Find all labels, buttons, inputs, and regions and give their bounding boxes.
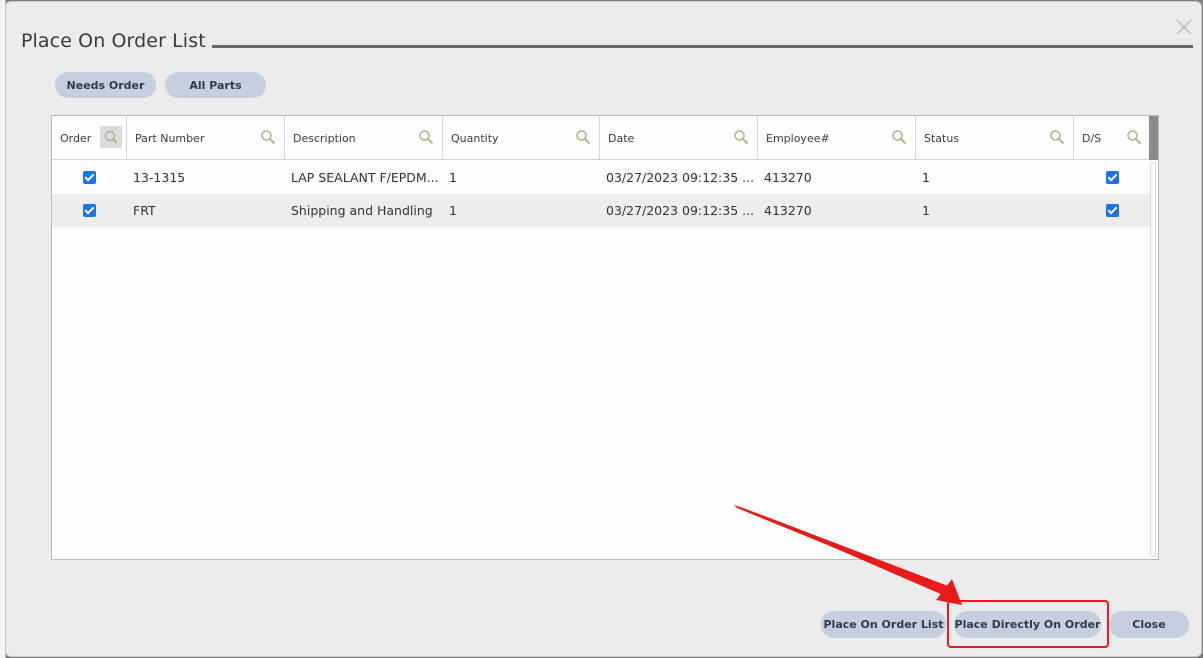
column-label: Date bbox=[608, 131, 635, 145]
column-header-quantity[interactable]: Quantity bbox=[443, 116, 600, 160]
part-number-cell: FRT bbox=[133, 203, 156, 218]
place-directly-on-order-button[interactable]: Place Directly On Order bbox=[954, 611, 1101, 638]
search-icon[interactable] bbox=[418, 129, 434, 145]
title-divider bbox=[212, 45, 1193, 48]
column-label: Order bbox=[60, 131, 92, 145]
order-cell bbox=[52, 161, 127, 194]
quantity-cell: 1 bbox=[449, 203, 457, 218]
grid-header: Order Part Number Description Quantity D… bbox=[52, 116, 1150, 160]
column-label: Description bbox=[293, 131, 356, 145]
all-parts-button[interactable]: All Parts bbox=[165, 72, 266, 98]
date-cell: 03/27/2023 09:12:35 ... bbox=[606, 203, 755, 218]
employee-cell: 413270 bbox=[764, 203, 812, 218]
column-header-date[interactable]: Date bbox=[600, 116, 758, 160]
order-cell bbox=[52, 194, 127, 227]
ds-checkbox[interactable] bbox=[1105, 204, 1119, 217]
search-icon[interactable] bbox=[891, 129, 907, 145]
status-cell: 1 bbox=[922, 203, 930, 218]
vertical-scrollbar[interactable] bbox=[1150, 162, 1156, 557]
order-checkbox[interactable] bbox=[83, 204, 96, 217]
column-label: D/S bbox=[1082, 131, 1102, 145]
part-number-cell: 13-1315 bbox=[133, 170, 186, 185]
close-button[interactable]: Close bbox=[1109, 611, 1189, 638]
place-on-order-list-button[interactable]: Place On Order List bbox=[821, 611, 946, 638]
order-checkbox[interactable] bbox=[83, 171, 96, 184]
search-icon[interactable] bbox=[1049, 129, 1065, 145]
column-label: Employee# bbox=[766, 131, 830, 145]
place-on-order-dialog: Place On Order List Needs Order All Part… bbox=[5, 1, 1202, 657]
column-header-ds[interactable]: D/S bbox=[1074, 116, 1150, 160]
ds-checkbox[interactable] bbox=[1105, 171, 1119, 184]
date-cell: 03/27/2023 09:12:35 ... bbox=[606, 170, 755, 185]
column-label: Status bbox=[924, 131, 960, 145]
table-row[interactable]: FRT Shipping and Handling 1 03/27/2023 0… bbox=[52, 194, 1150, 227]
column-header-part-number[interactable]: Part Number bbox=[127, 116, 285, 160]
column-label: Quantity bbox=[451, 131, 499, 145]
needs-order-button[interactable]: Needs Order bbox=[55, 72, 156, 98]
search-icon[interactable] bbox=[260, 129, 276, 145]
dialog-title: Place On Order List bbox=[21, 30, 206, 52]
search-icon[interactable] bbox=[733, 129, 749, 145]
ds-cell bbox=[1074, 194, 1150, 227]
close-icon[interactable] bbox=[1173, 16, 1195, 38]
employee-cell: 413270 bbox=[764, 170, 812, 185]
column-label: Part Number bbox=[135, 131, 205, 145]
table-row[interactable]: 13-1315 LAP SEALANT F/EPDM... 1 03/27/20… bbox=[52, 161, 1150, 194]
search-icon[interactable] bbox=[100, 126, 122, 148]
description-cell: LAP SEALANT F/EPDM... bbox=[291, 170, 439, 185]
column-header-status[interactable]: Status bbox=[916, 116, 1074, 160]
ds-cell bbox=[1074, 161, 1150, 194]
parts-grid: Order Part Number Description Quantity D… bbox=[51, 115, 1159, 560]
status-cell: 1 bbox=[922, 170, 930, 185]
column-header-order[interactable]: Order bbox=[52, 116, 127, 160]
column-header-description[interactable]: Description bbox=[285, 116, 443, 160]
grid-body: 13-1315 LAP SEALANT F/EPDM... 1 03/27/20… bbox=[52, 161, 1150, 227]
description-cell: Shipping and Handling bbox=[291, 203, 433, 218]
search-icon[interactable] bbox=[575, 129, 591, 145]
quantity-cell: 1 bbox=[449, 170, 457, 185]
scrollbar-header bbox=[1149, 116, 1158, 160]
column-header-employee[interactable]: Employee# bbox=[758, 116, 916, 160]
search-icon[interactable] bbox=[1126, 129, 1142, 145]
